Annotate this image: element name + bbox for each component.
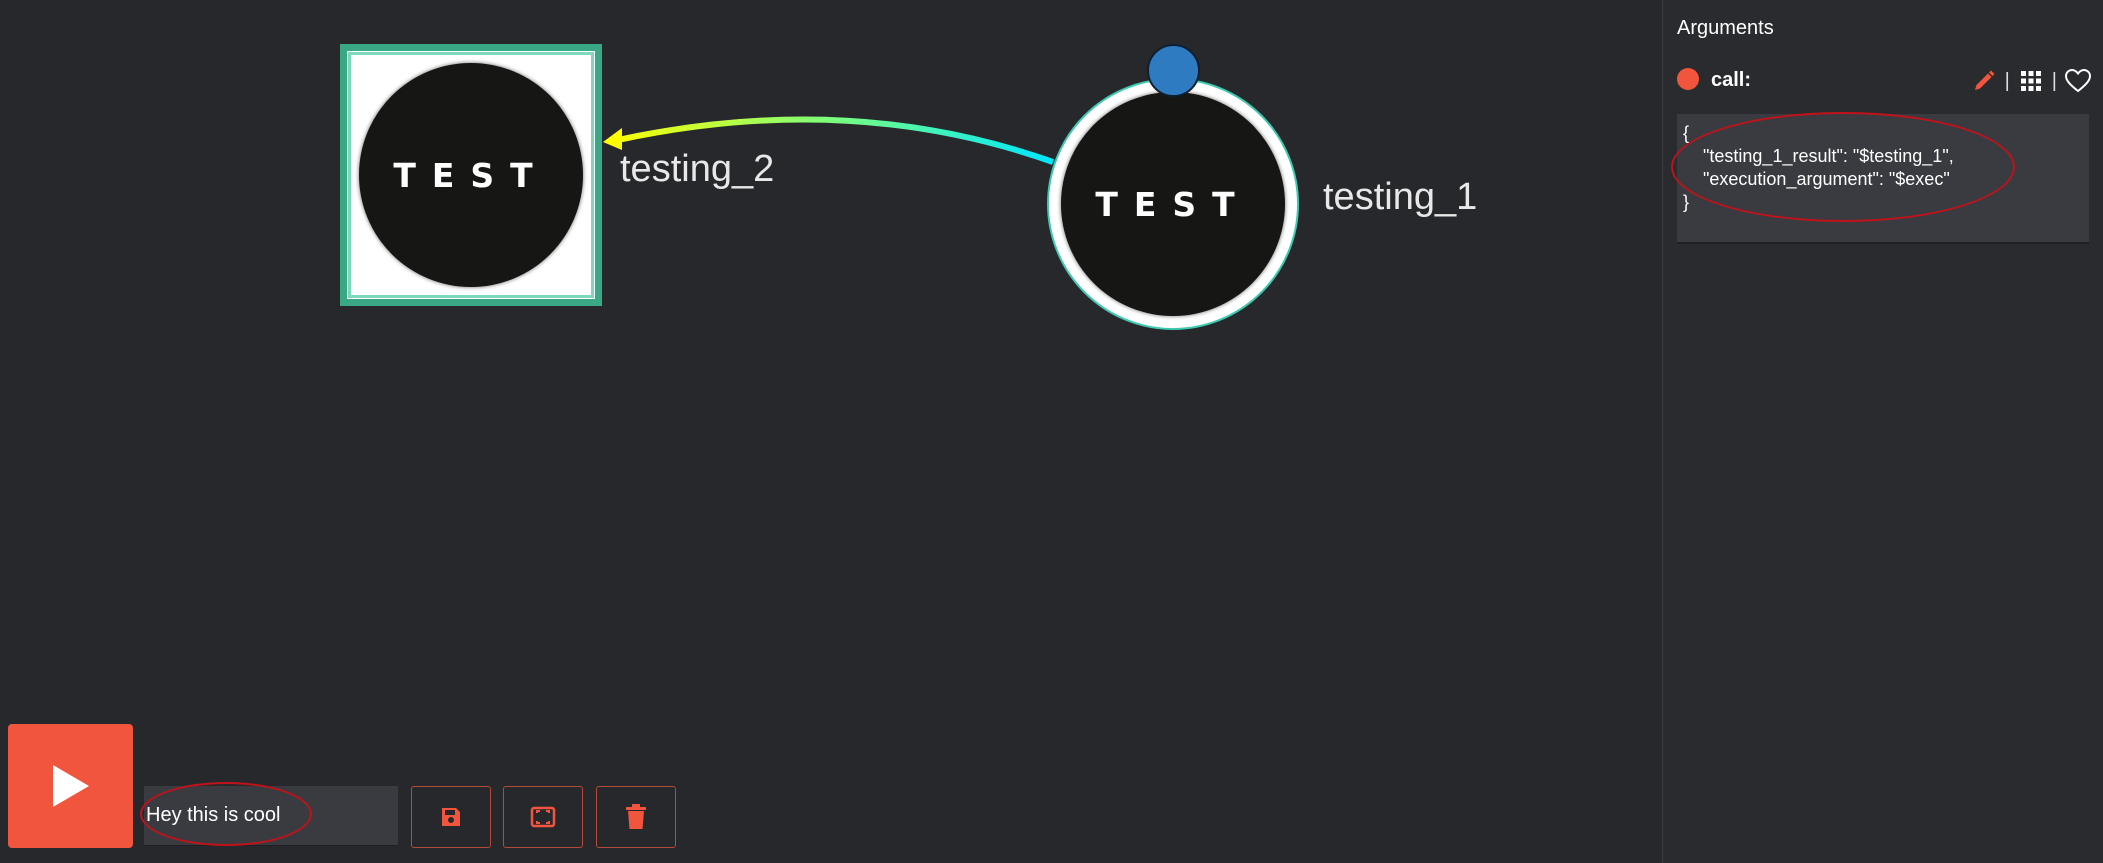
workflow-name-input[interactable] [144, 786, 398, 846]
argument-tools: | | [1971, 68, 2091, 94]
workflow-canvas[interactable]: TEST testing_2 TEST testing_1 [0, 0, 1662, 863]
node-logo: TEST [1061, 92, 1285, 316]
start-node-indicator[interactable] [1147, 44, 1200, 97]
save-button[interactable] [411, 786, 491, 848]
code-line: } [1683, 192, 1690, 212]
heart-icon[interactable] [2065, 68, 2091, 94]
play-icon [52, 765, 89, 807]
call-label: call: [1711, 69, 1752, 91]
trash-icon [626, 804, 646, 829]
code-line: "testing_1_result": "$testing_1", [1683, 146, 1954, 166]
call-status-dot [1677, 68, 1699, 90]
node-testing-1[interactable]: TEST [1047, 78, 1299, 330]
arguments-code-editor[interactable]: { "testing_1_result": "$testing_1", "exe… [1677, 114, 2089, 244]
pencil-icon[interactable] [1971, 68, 1997, 94]
node-label-testing-2: testing_2 [620, 148, 775, 190]
grid-icon[interactable] [2018, 68, 2044, 94]
node-testing-2[interactable]: TEST [340, 44, 602, 306]
node-label-testing-1: testing_1 [1323, 176, 1478, 218]
separator: | [2051, 69, 2057, 92]
execute-workflow-button[interactable] [8, 724, 133, 848]
fullscreen-icon [530, 806, 556, 828]
separator: | [2004, 69, 2010, 92]
arguments-panel: Arguments call: | | { "testing_1_result"… [1662, 0, 2103, 863]
code-line: "execution_argument": "$exec" [1683, 169, 1950, 189]
edge-layer [603, 116, 1055, 165]
panel-title: Arguments [1677, 17, 1774, 39]
fit-view-button[interactable] [503, 786, 583, 848]
save-icon [442, 808, 460, 826]
node-logo: TEST [359, 63, 583, 287]
code-line: { [1683, 123, 1690, 143]
edge-arrowhead [603, 128, 622, 150]
delete-button[interactable] [596, 786, 676, 848]
